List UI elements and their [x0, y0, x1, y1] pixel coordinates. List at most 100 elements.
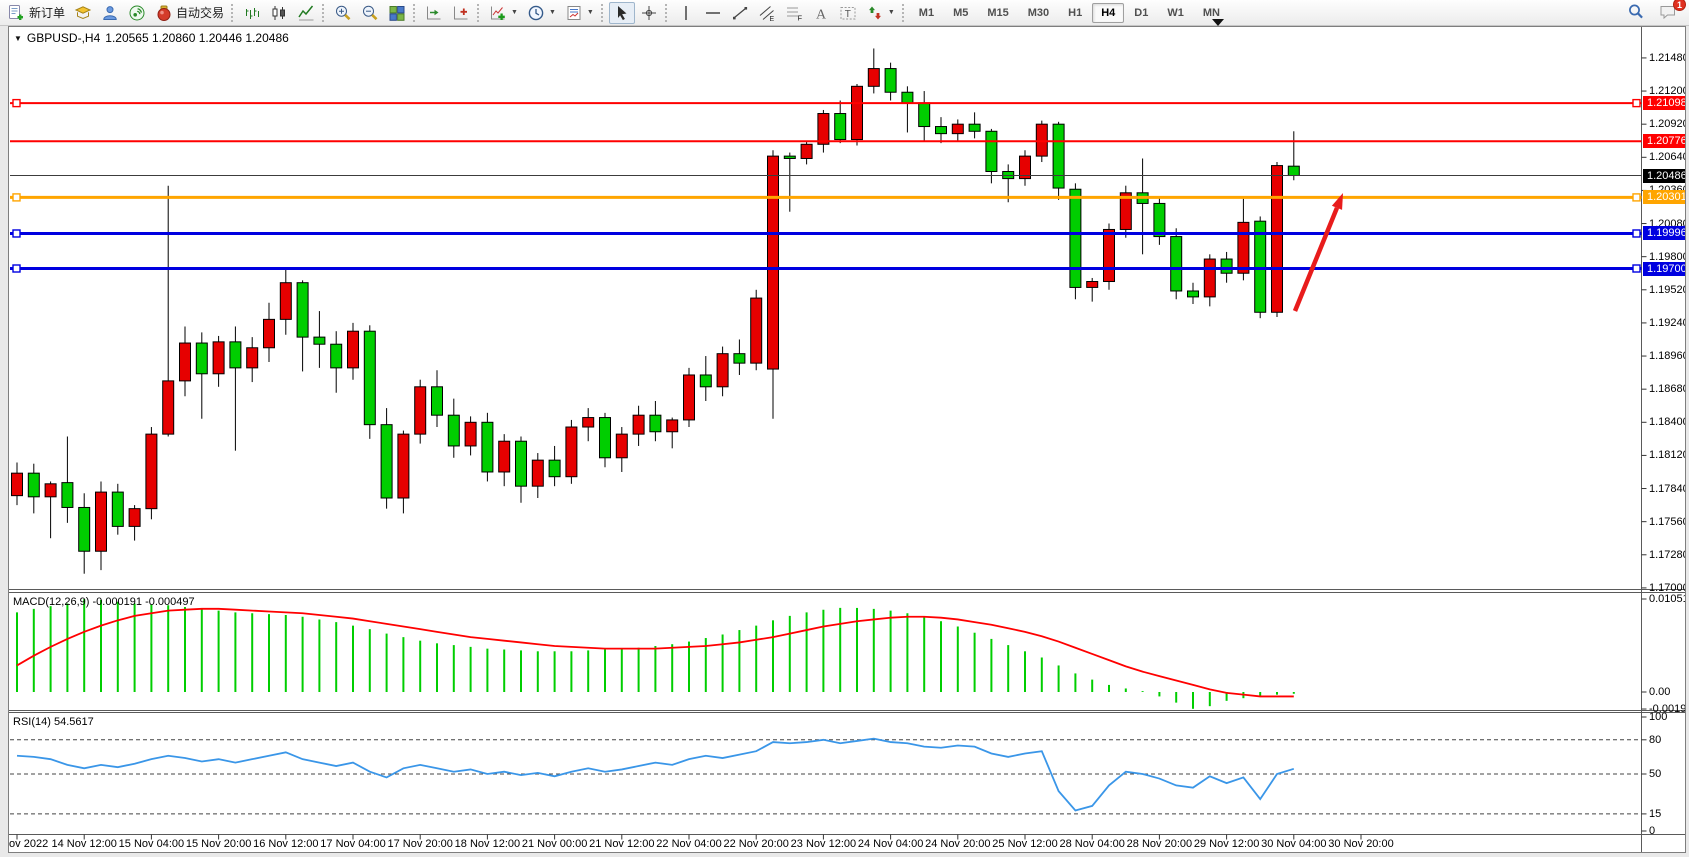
- candle-body: [297, 283, 308, 337]
- line-drag-handle[interactable]: [1633, 100, 1640, 107]
- line-drag-handle[interactable]: [1633, 230, 1640, 237]
- profile-icon: [74, 4, 92, 22]
- candle-body: [280, 283, 291, 320]
- toolbar: 新订单自动交易▼▼▼EFAT▼M1M5M15M30H1H4D1W1MN1: [0, 0, 1689, 26]
- candle-body: [684, 375, 695, 420]
- tile-windows-button[interactable]: [384, 2, 410, 24]
- candle-body: [700, 375, 711, 387]
- line-drag-handle[interactable]: [13, 265, 20, 272]
- auto-scroll-button[interactable]: [421, 2, 447, 24]
- search-button[interactable]: [1623, 1, 1649, 23]
- candles-chart-icon: [270, 4, 288, 22]
- timeframe-m30-button[interactable]: M30: [1019, 3, 1058, 23]
- rsi-indicator-label: RSI(14) 54.5617: [13, 716, 94, 728]
- candle-body: [717, 354, 728, 387]
- candle-body: [784, 156, 795, 158]
- toolbar-right-icons: 1: [1623, 1, 1681, 23]
- candle-body: [600, 418, 611, 458]
- candle-body: [398, 434, 409, 498]
- period-clock-icon: [527, 4, 545, 22]
- text-button[interactable]: A: [808, 2, 834, 24]
- text-label-button[interactable]: T: [835, 2, 861, 24]
- timeframe-w1-button[interactable]: W1: [1158, 3, 1193, 23]
- toolbar-separator: [413, 4, 416, 22]
- periods-button[interactable]: ▼: [523, 2, 560, 24]
- line-drag-handle[interactable]: [1633, 265, 1640, 272]
- crosshair-icon: [640, 4, 658, 22]
- trend-arrow-line[interactable]: [1295, 208, 1337, 311]
- profiles-button[interactable]: [70, 2, 96, 24]
- timeframe-m15-button[interactable]: M15: [978, 3, 1017, 23]
- line-chart-button[interactable]: [293, 2, 319, 24]
- candle-body: [1036, 124, 1047, 156]
- zoom-in-button[interactable]: [330, 2, 356, 24]
- timeframe-m1-button[interactable]: M1: [910, 3, 943, 23]
- candle-body: [801, 144, 812, 158]
- candle-body: [532, 460, 543, 486]
- chevron-down-icon[interactable]: ▼: [549, 9, 556, 16]
- templates-button[interactable]: ▼: [561, 2, 598, 24]
- chart-shift-button[interactable]: [448, 2, 474, 24]
- fibonacci-icon: F: [785, 4, 803, 22]
- chart-window[interactable]: 1.214801.212001.209201.206401.203601.200…: [8, 26, 1686, 853]
- trend-arrow-head[interactable]: [1332, 193, 1343, 210]
- signals-button[interactable]: [124, 2, 150, 24]
- crosshair-button[interactable]: [636, 2, 662, 24]
- candle-body: [768, 156, 779, 369]
- cursor-button[interactable]: [609, 2, 635, 24]
- zoom-out-button[interactable]: [357, 2, 383, 24]
- community-button[interactable]: [97, 2, 123, 24]
- chat-button[interactable]: 1: [1655, 1, 1681, 23]
- horizontal-line-button[interactable]: [700, 2, 726, 24]
- new-order-button[interactable]: 新订单: [4, 2, 69, 24]
- timeframe-m5-button[interactable]: M5: [944, 3, 977, 23]
- rsi-name: RSI(14): [13, 716, 51, 728]
- candlestick-chart-button[interactable]: [266, 2, 292, 24]
- candle-body: [1087, 282, 1098, 288]
- candle-body: [1238, 222, 1249, 273]
- line-drag-handle[interactable]: [13, 230, 20, 237]
- new-order-button-label: 新订单: [29, 4, 65, 21]
- candle-body: [230, 342, 241, 368]
- candle-body: [969, 124, 980, 131]
- candle-body: [919, 103, 930, 127]
- ohlc-values: 1.20565 1.20860 1.20446 1.20486: [105, 31, 289, 45]
- svg-text:E: E: [769, 16, 774, 22]
- chevron-down-icon[interactable]: ▼: [888, 9, 895, 16]
- candle-body: [1104, 229, 1115, 281]
- candle-body: [196, 343, 207, 374]
- candle-body: [79, 507, 90, 551]
- timeframe-h4-button[interactable]: H4: [1092, 3, 1124, 23]
- macd-name: MACD(12,26,9): [13, 596, 89, 608]
- toolbar-separator: [601, 4, 604, 22]
- line-drag-handle[interactable]: [13, 194, 20, 201]
- macd-indicator-label: MACD(12,26,9) -0.000191 -0.000497: [13, 596, 195, 608]
- trendline-button[interactable]: [727, 2, 753, 24]
- candle-body: [381, 425, 392, 498]
- indicators-button[interactable]: ▼: [485, 2, 522, 24]
- candle-body: [1154, 203, 1165, 236]
- text-icon: A: [812, 4, 830, 22]
- auto-trading-button[interactable]: 自动交易: [151, 2, 228, 24]
- bar-chart-button[interactable]: [239, 2, 265, 24]
- line-chart-icon: [297, 4, 315, 22]
- chart-canvas[interactable]: [9, 27, 1686, 853]
- symbol-period-label: GBPUSD-,H4: [27, 31, 100, 45]
- timeframe-h1-button[interactable]: H1: [1059, 3, 1091, 23]
- vertical-line-button[interactable]: [673, 2, 699, 24]
- zoom-in-icon: [334, 4, 352, 22]
- line-drag-handle[interactable]: [1633, 194, 1640, 201]
- candle-body: [432, 387, 443, 415]
- line-drag-handle[interactable]: [13, 100, 20, 107]
- chevron-down-icon[interactable]: ▼: [587, 9, 594, 16]
- arrows-button[interactable]: ▼: [862, 2, 899, 24]
- chevron-down-icon[interactable]: ▼: [511, 9, 518, 16]
- candle-body: [516, 441, 527, 486]
- symbol-dropdown-icon[interactable]: ▼: [14, 34, 22, 43]
- equidistant-channel-button[interactable]: E: [754, 2, 780, 24]
- fibonacci-button[interactable]: F: [781, 2, 807, 24]
- candle-body: [1171, 237, 1182, 291]
- timeframe-d1-button[interactable]: D1: [1125, 3, 1157, 23]
- macd-values: -0.000191 -0.000497: [92, 596, 194, 608]
- signals-icon: [128, 4, 146, 22]
